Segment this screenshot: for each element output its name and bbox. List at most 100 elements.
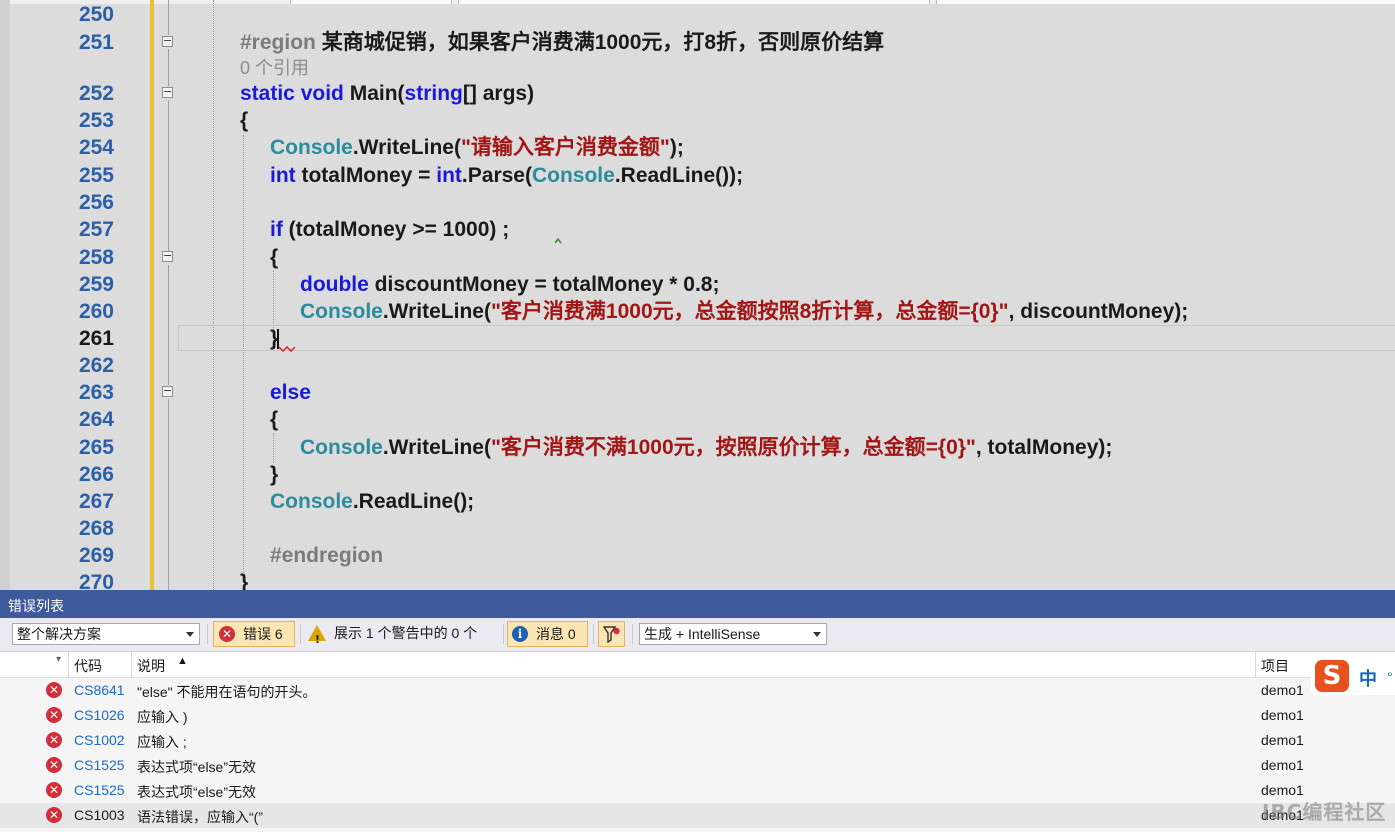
error-code-link[interactable]: CS8641 (74, 682, 125, 698)
codelens-references[interactable]: 0 个引用 (240, 55, 309, 82)
code-text: Console.WriteLine("请输入客户消费金额"); (270, 136, 684, 159)
error-code-link[interactable]: CS1026 (74, 707, 125, 723)
code-text: } (270, 463, 279, 486)
line-number: 255 (78, 164, 114, 187)
code-line: 252 − static void Main(string[] args) (0, 80, 1395, 107)
column-header-project[interactable]: 项目 (1261, 656, 1289, 676)
ime-language-toggle[interactable]: 中 (1359, 665, 1377, 691)
error-icon: ✕ (46, 707, 62, 723)
code-line: 259 double discountMoney = totalMoney * … (0, 271, 1395, 298)
column-options-icon[interactable]: ▾ (56, 654, 61, 665)
errors-filter-label: 错误 6 (243, 626, 283, 642)
error-icon: ✕ (46, 732, 62, 748)
collapse-icon[interactable]: − (162, 86, 173, 98)
errors-filter-button[interactable]: ✕ 错误 6 (213, 621, 295, 647)
error-code-link[interactable]: CS1525 (74, 757, 125, 773)
error-project: demo1 (1261, 682, 1304, 698)
error-list-panel: 错误列表 整个解决方案 ✕ 错误 6 ! 展示 1 个警告中的 0 个 i 消息… (0, 590, 1395, 832)
sort-ascending-icon: ▲ (177, 655, 188, 667)
column-header-code[interactable]: 代码 (74, 656, 102, 676)
code-text: int totalMoney = int.Parse(Console.ReadL… (270, 164, 744, 187)
line-number: 257 (78, 218, 114, 241)
ime-punctuation-toggle[interactable]: ° (1387, 669, 1393, 685)
build-filter-dropdown[interactable]: 生成 + IntelliSense (639, 623, 827, 645)
line-number: 270 (78, 571, 114, 590)
error-row[interactable]: ✕ CS1525 表达式项“else”无效 demo1 (0, 753, 1395, 778)
line-number: 253 (78, 109, 114, 132)
code-editor[interactable]: 250 251 − #region 某商城促销，如果客户消费满1000元，打8折… (0, 0, 1395, 590)
error-icon: ✕ (46, 807, 62, 823)
column-header-description[interactable]: 说明 (137, 656, 165, 676)
error-row[interactable]: ✕ CS1026 应输入 ) demo1 (0, 703, 1395, 728)
error-row-selected[interactable]: ✕ CS1003 语法错误，应输入“(” demo1 (0, 803, 1395, 828)
code-line: 256 (0, 189, 1395, 216)
line-number: 263 (78, 381, 114, 404)
ime-toolbar[interactable]: S 中 ° (1311, 657, 1395, 695)
code-line: 267 Console.ReadLine(); (0, 488, 1395, 515)
toolbar-separator (632, 624, 633, 644)
region-directive: #region 某商城促销，如果客户消费满1000元，打8折，否则原价结算 (240, 31, 885, 54)
messages-filter-button[interactable]: i 消息 0 (507, 621, 588, 647)
error-icon: ✕ (46, 757, 62, 773)
code-text: Console.ReadLine(); (270, 490, 475, 513)
error-description: 表达式项“else”无效 (137, 784, 257, 800)
error-row[interactable]: ✕ CS8641 "else" 不能用在语句的开头。 demo1 (0, 678, 1395, 703)
code-line: 264 { (0, 406, 1395, 433)
line-number: 258 (78, 246, 114, 269)
line-number: 267 (78, 490, 114, 513)
error-code-link[interactable]: CS1525 (74, 782, 125, 798)
code-text: { (270, 246, 279, 269)
collapse-icon[interactable]: − (162, 250, 173, 262)
error-code-link[interactable]: CS1003 (74, 807, 125, 823)
filter-icon (603, 626, 620, 643)
line-number: 268 (78, 517, 114, 540)
error-icon: ✕ (46, 782, 62, 798)
error-row[interactable]: ✕ CS1002 应输入 ; demo1 (0, 728, 1395, 753)
line-number: 269 (78, 544, 114, 567)
filter-button[interactable] (598, 621, 625, 647)
error-list-title-bar[interactable]: 错误列表 (0, 590, 1395, 618)
toolbar-separator (593, 624, 594, 644)
code-line: 265 Console.WriteLine("客户消费不满1000元，按照原价计… (0, 434, 1395, 461)
line-number: 254 (78, 136, 114, 159)
collapse-icon[interactable]: − (162, 385, 173, 397)
code-line: 260 Console.WriteLine("客户消费满1000元，总金额按照8… (0, 298, 1395, 325)
code-line: 266 } (0, 461, 1395, 488)
region-directive: #endregion (270, 544, 384, 567)
code-text: Console.WriteLine("客户消费满1000元，总金额按照8折计算，… (300, 300, 1189, 323)
scope-dropdown[interactable]: 整个解决方案 (12, 623, 200, 645)
codelens-line: 0 个引用 (0, 55, 1395, 82)
scope-value: 整个解决方案 (17, 626, 101, 642)
code-text: } (240, 571, 249, 590)
code-line: 269 #endregion (0, 542, 1395, 569)
code-text: { (270, 408, 279, 431)
code-line-current: 261 } (0, 325, 1395, 352)
chevron-down-icon (813, 632, 821, 637)
collapse-icon[interactable]: − (162, 35, 173, 47)
error-row[interactable]: ✕ CS1525 表达式项“else”无效 demo1 (0, 778, 1395, 803)
line-number: 250 (78, 3, 114, 26)
code-line: 253 { (0, 107, 1395, 134)
code-text: double discountMoney = totalMoney * 0.8; (300, 273, 720, 296)
line-number: 252 (78, 82, 114, 105)
code-line: 263 − else (0, 379, 1395, 406)
text-caret (277, 329, 279, 349)
warnings-filter-label: 展示 1 个警告中的 0 个 (334, 625, 478, 641)
chevron-down-icon (186, 632, 194, 637)
code-text: if (totalMoney >= 1000) ; (270, 218, 510, 241)
error-list-header: ▾ 代码 说明 ▲ 项目 (0, 652, 1395, 678)
error-code-link[interactable]: CS1002 (74, 732, 125, 748)
line-number: 251 (78, 31, 114, 54)
line-number: 266 (78, 463, 114, 486)
line-number: 260 (78, 300, 114, 323)
error-description: 表达式项“else”无效 (137, 759, 257, 775)
watermark: IBC编程社区 (1262, 800, 1387, 824)
ime-logo-icon[interactable]: S (1315, 660, 1349, 692)
line-number: 259 (78, 273, 114, 296)
messages-filter-label: 消息 0 (536, 626, 576, 642)
code-line: 255 int totalMoney = int.Parse(Console.R… (0, 162, 1395, 189)
warnings-filter-button[interactable]: ! 展示 1 个警告中的 0 个 (306, 621, 502, 647)
error-description: 应输入 ; (137, 734, 187, 750)
error-project: demo1 (1261, 732, 1304, 748)
column-separator (131, 652, 132, 677)
